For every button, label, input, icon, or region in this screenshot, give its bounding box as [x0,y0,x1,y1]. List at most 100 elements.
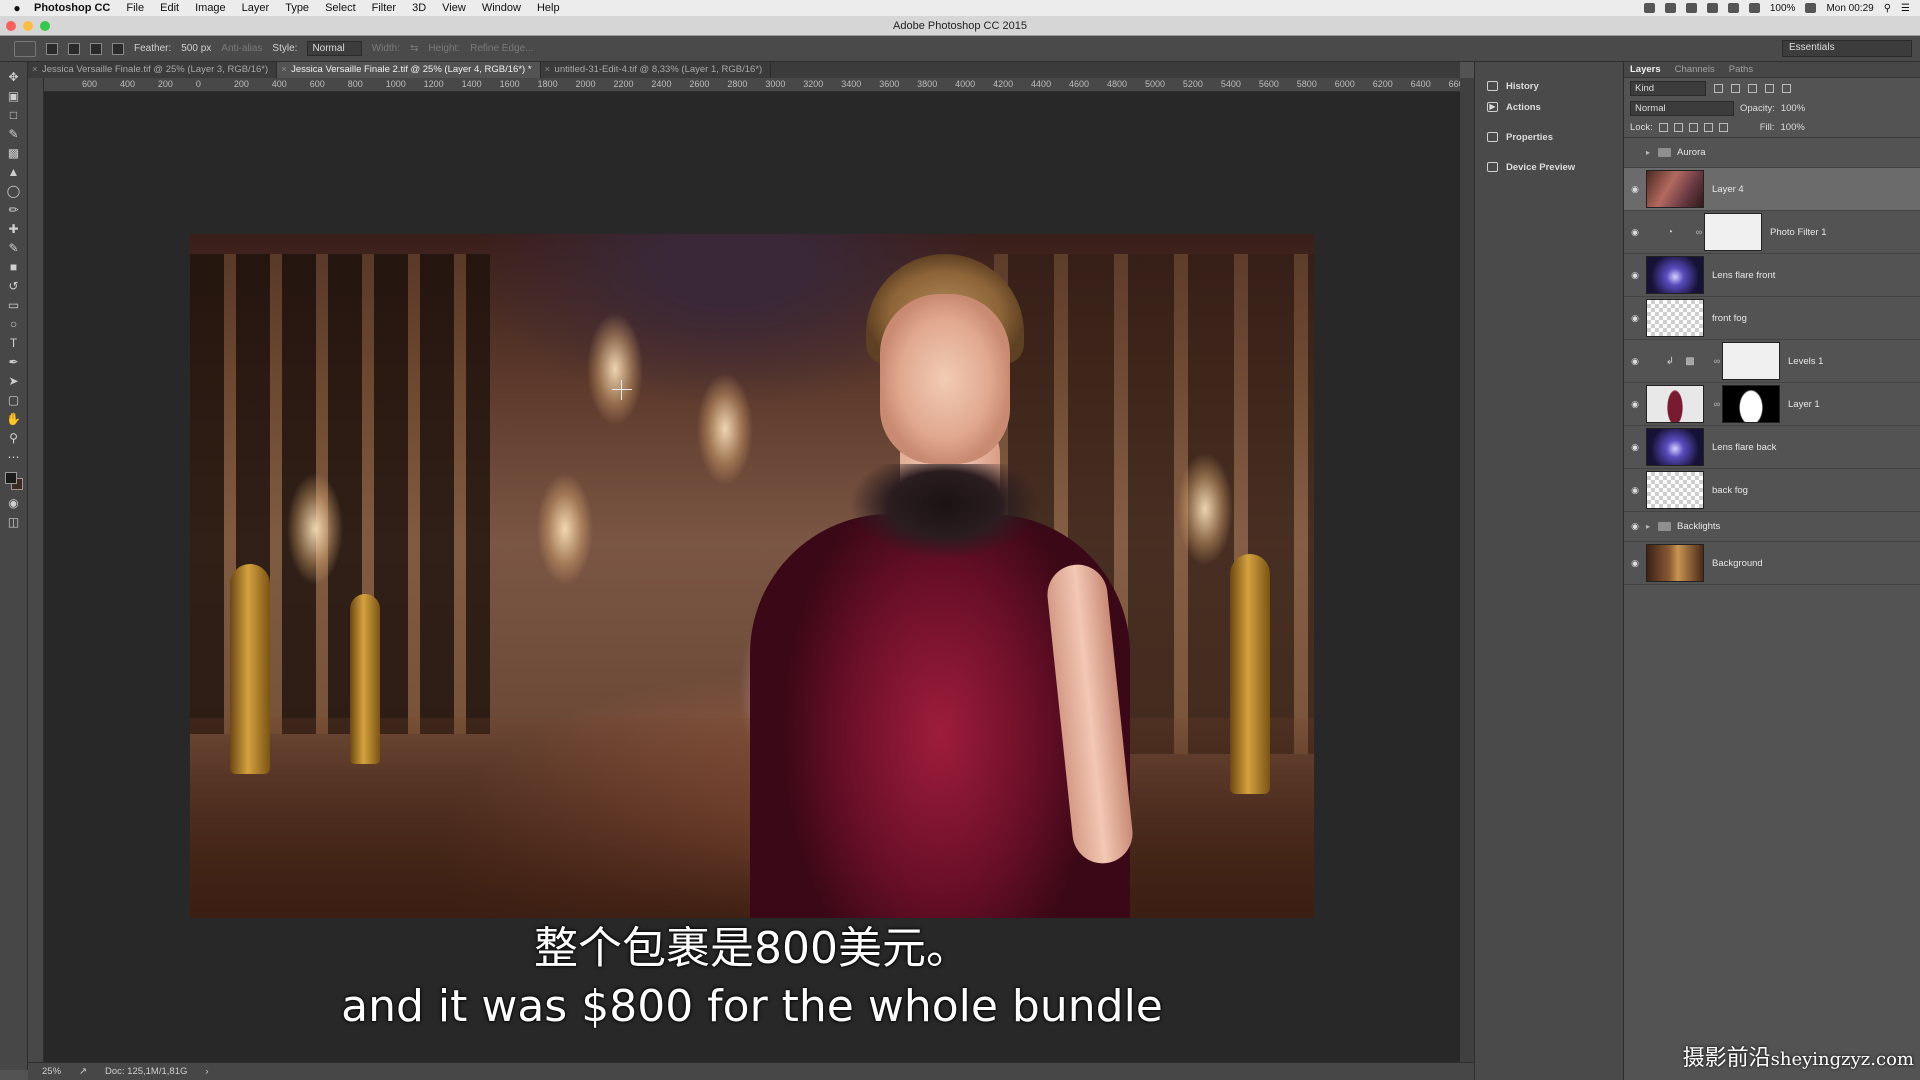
close-window-button[interactable] [6,21,16,31]
crop-tool-icon[interactable]: ▣ [6,89,22,103]
volume-icon[interactable] [1748,3,1760,13]
refine-edge-button[interactable]: Refine Edge... [470,43,533,54]
visibility-eye-icon[interactable]: ◉ [1624,558,1646,569]
opacity-input[interactable]: 100% [1781,103,1805,114]
filter-adjustment-icon[interactable] [1731,83,1740,93]
sharpen-tool-icon[interactable]: ▲ [6,165,22,179]
layer-row-background[interactable]: ◉ Background [1624,542,1920,585]
intersect-selection-button[interactable] [112,42,124,55]
filter-smart-object-icon[interactable] [1782,83,1791,93]
chevron-right-icon[interactable]: ▸ [1646,522,1658,531]
lock-position-icon[interactable] [1688,123,1698,132]
new-selection-button[interactable] [46,42,58,55]
zoom-level[interactable]: 25% [42,1066,61,1077]
link-chain-icon[interactable]: ∞ [1694,227,1704,237]
layer-row-lens-flare-back[interactable]: ◉ Lens flare back [1624,426,1920,469]
menu-help[interactable]: Help [537,2,560,14]
chevron-right-icon[interactable]: ▸ [1646,148,1658,157]
status-app-icon[interactable] [1643,3,1655,13]
menu-select[interactable]: Select [325,2,356,14]
history-panel-button[interactable]: History [1475,76,1623,96]
type-tool-icon[interactable]: T [6,336,22,350]
layer-row-back-fog[interactable]: ◉ back fog [1624,469,1920,512]
close-tab-icon[interactable]: × [281,64,287,75]
swap-dimensions-icon[interactable]: ⇆ [410,43,418,54]
menu-filter[interactable]: Filter [372,2,396,14]
move-tool-icon[interactable]: ✥ [6,70,22,84]
color-swatches[interactable] [4,471,24,491]
visibility-eye-icon[interactable]: ◉ [1624,521,1646,532]
brush-tool-icon[interactable]: ✎ [6,241,22,255]
menu-image[interactable]: Image [195,2,226,14]
visibility-eye-icon[interactable]: ◉ [1624,184,1646,195]
battery-percent[interactable]: 100% [1770,3,1796,14]
visibility-eye-icon[interactable]: ◉ [1624,356,1646,367]
subtract-selection-button[interactable] [90,42,102,55]
lock-all-icon[interactable] [1718,123,1728,132]
zoom-tool-icon[interactable]: ⚲ [6,431,22,445]
visibility-eye-icon[interactable]: ◉ [1624,227,1646,238]
add-selection-button[interactable] [68,42,80,55]
menu-view[interactable]: View [442,2,466,14]
close-tab-icon[interactable]: × [32,64,38,75]
rectangle-tool-icon[interactable]: ▢ [6,393,22,407]
lasso-tool-icon[interactable]: ◯ [6,184,22,198]
marquee-tool-icon[interactable]: □ [6,108,22,122]
dodge-tool-icon[interactable]: ○ [6,317,22,331]
visibility-eye-icon[interactable]: ◉ [1624,442,1646,453]
document-image[interactable] [190,234,1314,918]
document-tab[interactable]: × Jessica Versaille Finale.tif @ 25% (Lay… [28,62,278,78]
app-menu[interactable]: Photoshop CC [34,2,110,14]
antialias-checkbox[interactable]: Anti-alias [221,43,262,54]
path-selection-tool-icon[interactable]: ➤ [6,374,22,388]
document-tab[interactable]: × untitled-31-Edit-4.tif @ 8,33% (Layer 1… [541,62,772,78]
layer-mask-thumbnail[interactable] [1722,342,1780,380]
lock-transparent-icon[interactable] [1658,123,1668,132]
battery-icon[interactable] [1805,3,1817,13]
link-chain-icon[interactable]: ∞ [1712,399,1722,409]
more-tools-icon[interactable]: ⋯ [6,450,22,464]
layer-group-aurora[interactable]: ▸ Aurora [1624,138,1920,168]
vertical-scrollbar[interactable] [1460,78,1474,1068]
menu-layer[interactable]: Layer [242,2,270,14]
menubar-clock[interactable]: Mon 00:29 [1826,3,1873,14]
healing-tool-icon[interactable]: ✚ [6,222,22,236]
menu-window[interactable]: Window [482,2,521,14]
layer-mask-thumbnail[interactable] [1704,213,1762,251]
tab-layers[interactable]: Layers [1630,64,1661,75]
close-tab-icon[interactable]: × [545,64,551,75]
status-app-icon[interactable] [1685,3,1697,13]
stamp-tool-icon[interactable]: ■ [6,260,22,274]
layer-group-backlights[interactable]: ◉ ▸ Backlights [1624,512,1920,542]
screen-mode-icon[interactable]: ◫ [6,515,22,529]
workspace-select[interactable]: Essentials [1782,40,1912,57]
spotlight-icon[interactable]: ⚲ [1884,3,1891,14]
doc-size[interactable]: Doc: 125,1M/1,81G [105,1066,187,1077]
menu-edit[interactable]: Edit [160,2,179,14]
layer-row-layer-1[interactable]: ◉ ∞ Layer 1 [1624,383,1920,426]
hand-tool-icon[interactable]: ✋ [6,412,22,426]
status-app-icon[interactable] [1664,3,1676,13]
device-preview-button[interactable]: Device Preview [1475,157,1623,177]
eyedropper-tool-icon[interactable]: ✏ [6,203,22,217]
layer-mask-thumbnail[interactable] [1722,385,1780,423]
dropbox-icon[interactable] [1706,3,1718,13]
style-select[interactable]: Normal [307,41,362,56]
zoom-window-button[interactable] [40,21,50,31]
layer-filter-kind[interactable]: Kind [1630,80,1706,96]
export-icon[interactable]: ↗ [79,1066,87,1077]
filter-shape-icon[interactable] [1765,83,1774,93]
properties-panel-button[interactable]: Properties [1475,127,1623,147]
lock-artboard-icon[interactable] [1703,123,1713,132]
horizontal-ruler[interactable]: 600 400 200 0 200 400 600 800 1000 1200 1400 1600 18… [44,78,1469,92]
layer-row-lens-flare-front[interactable]: ◉ Lens flare front [1624,254,1920,297]
visibility-eye-icon[interactable]: ◉ [1624,399,1646,410]
menu-type[interactable]: Type [285,2,309,14]
pen-tool-icon[interactable]: ✒ [6,355,22,369]
layer-row-photo-filter-1[interactable]: ◉ ◔ ∞ Photo Filter 1 [1624,211,1920,254]
tab-channels[interactable]: Channels [1675,64,1715,75]
chevron-right-icon[interactable]: › [205,1066,208,1077]
layer-row-front-fog[interactable]: ◉ front fog [1624,297,1920,340]
layer-row-layer-4[interactable]: ◉ Layer 4 [1624,168,1920,211]
minimize-window-button[interactable] [23,21,33,31]
